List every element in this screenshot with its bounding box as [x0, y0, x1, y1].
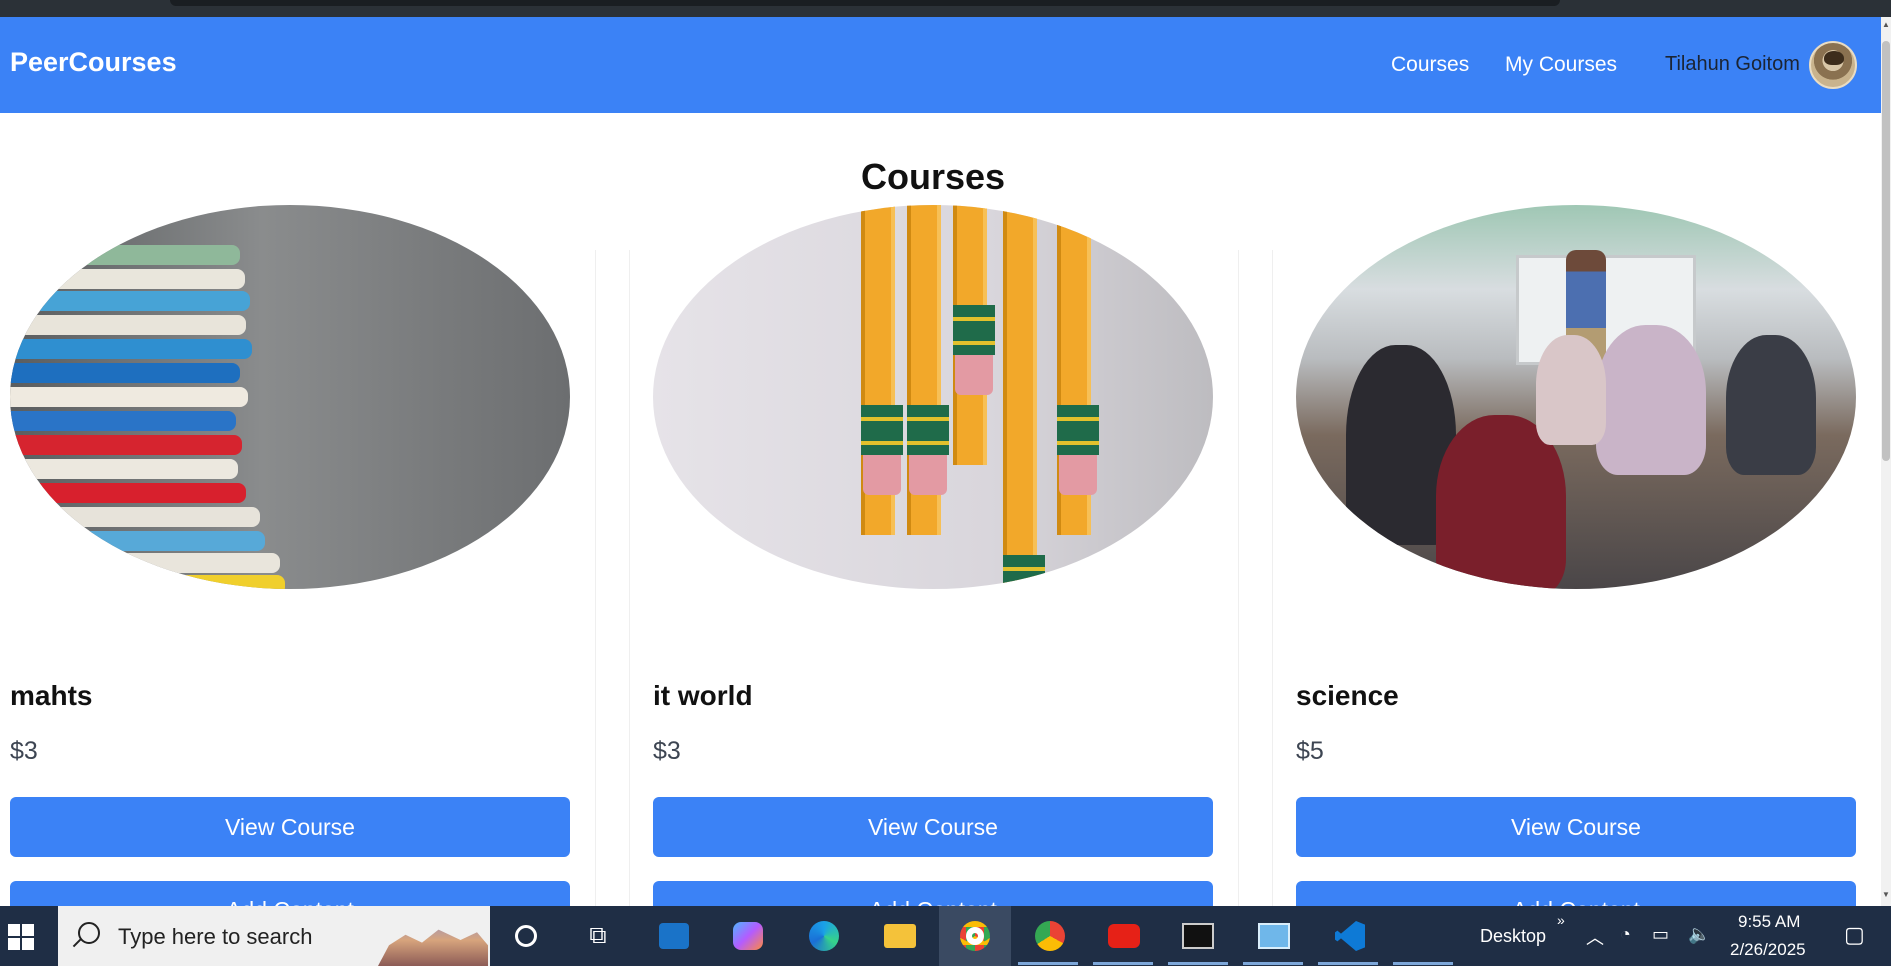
- chrome-profile-icon[interactable]: [1032, 918, 1068, 954]
- course-title: science: [1296, 680, 1399, 711]
- address-bar-edge: [170, 0, 1560, 6]
- pencil: [1057, 205, 1099, 535]
- course-card: science $5 View Course Add Content: [1296, 205, 1856, 941]
- view-course-button[interactable]: View Course: [10, 797, 570, 857]
- clock-date[interactable]: 2/26/2025: [1730, 940, 1806, 960]
- battery-icon[interactable]: ▭: [1652, 924, 1669, 945]
- volume-icon[interactable]: 🔈: [1688, 924, 1710, 945]
- student-figure: [1536, 335, 1606, 445]
- running-indicator: [1168, 962, 1228, 965]
- search-highlight-art: [378, 929, 488, 966]
- scroll-up-arrow-icon[interactable]: ▲: [1882, 21, 1890, 29]
- search-placeholder: Type here to search: [118, 924, 313, 949]
- pencil: [907, 205, 949, 535]
- book-stack: [10, 235, 285, 589]
- card-divider: [595, 250, 596, 910]
- pencil: [1003, 205, 1045, 589]
- book: [10, 339, 252, 359]
- taskbar: Type here to search ⧉ Desktop » ︿ ◔ ▭ 🔈 …: [0, 906, 1891, 966]
- course-price: $3: [10, 737, 38, 765]
- outlook-icon[interactable]: [656, 918, 692, 954]
- control-panel-icon[interactable]: [1256, 918, 1292, 954]
- running-indicator: [1018, 962, 1078, 965]
- brand-logo[interactable]: PeerCourses: [10, 47, 177, 78]
- nav-link-courses[interactable]: Courses: [1391, 53, 1469, 77]
- terminal-icon[interactable]: [1180, 918, 1216, 954]
- avatar[interactable]: [1809, 41, 1857, 89]
- card-divider: [1238, 250, 1239, 910]
- course-image-classroom: [1296, 205, 1856, 589]
- chrome-icon[interactable]: [957, 918, 993, 954]
- show-hidden-icons-icon[interactable]: ︿: [1586, 924, 1604, 950]
- notification-center-icon[interactable]: ▢: [1844, 922, 1865, 948]
- pencil: [953, 205, 995, 465]
- book: [10, 245, 240, 265]
- page-scrollbar[interactable]: ▲ ▼: [1881, 17, 1891, 906]
- course-price: $3: [653, 737, 681, 765]
- book: [10, 507, 260, 527]
- running-indicator: [1243, 962, 1303, 965]
- course-image-pencils: [653, 205, 1213, 589]
- book: [10, 387, 248, 407]
- youtube-icon[interactable]: [1106, 918, 1142, 954]
- toolbar-expand-icon[interactable]: »: [1557, 912, 1565, 928]
- search-icon: [78, 922, 100, 944]
- book: [10, 553, 280, 573]
- cortana-icon[interactable]: [508, 918, 544, 954]
- running-indicator: [1318, 962, 1378, 965]
- vscode-icon[interactable]: [1332, 918, 1368, 954]
- book: [10, 363, 240, 383]
- pencil: [861, 205, 903, 535]
- book: [10, 315, 246, 335]
- card-divider: [1272, 250, 1273, 910]
- book: [10, 459, 238, 479]
- book: [10, 269, 245, 289]
- book: [10, 291, 250, 311]
- page-title: Courses: [860, 156, 1006, 197]
- running-indicator: [1093, 962, 1153, 965]
- course-title: mahts: [10, 680, 93, 711]
- course-price: $5: [1296, 737, 1324, 765]
- book: [10, 483, 246, 503]
- scrollbar-thumb[interactable]: [1882, 41, 1890, 461]
- course-card: mahts $3 View Course Add Content: [10, 205, 570, 941]
- student-figure: [1726, 335, 1816, 475]
- copilot-icon[interactable]: [730, 918, 766, 954]
- task-view-icon[interactable]: ⧉: [580, 918, 616, 954]
- view-course-button[interactable]: View Course: [1296, 797, 1856, 857]
- browser-chrome: [0, 0, 1891, 17]
- clock-time[interactable]: 9:55 AM: [1738, 912, 1800, 932]
- book: [10, 575, 285, 589]
- windows-start-icon[interactable]: [8, 924, 34, 950]
- course-title: it world: [653, 680, 753, 711]
- file-explorer-icon[interactable]: [882, 918, 918, 954]
- desktop-toolbar-label[interactable]: Desktop: [1480, 926, 1546, 947]
- taskbar-search-box[interactable]: Type here to search: [58, 906, 490, 966]
- edge-icon[interactable]: [806, 918, 842, 954]
- nav-link-my-courses[interactable]: My Courses: [1505, 53, 1617, 77]
- wifi-icon[interactable]: ◔: [1620, 924, 1631, 945]
- card-divider: [629, 250, 630, 910]
- scroll-down-arrow-icon[interactable]: ▼: [1882, 891, 1890, 899]
- user-name[interactable]: Tilahun Goitom: [1665, 53, 1800, 76]
- navbar: PeerCourses Courses My Courses Tilahun G…: [0, 17, 1881, 113]
- book: [10, 435, 242, 455]
- book: [10, 531, 265, 551]
- view-course-button[interactable]: View Course: [653, 797, 1213, 857]
- course-image-books: [10, 205, 570, 589]
- course-card: it world $3 View Course Add Content: [653, 205, 1213, 941]
- book: [10, 411, 236, 431]
- running-indicator: [1393, 962, 1453, 965]
- student-figure: [1596, 325, 1706, 475]
